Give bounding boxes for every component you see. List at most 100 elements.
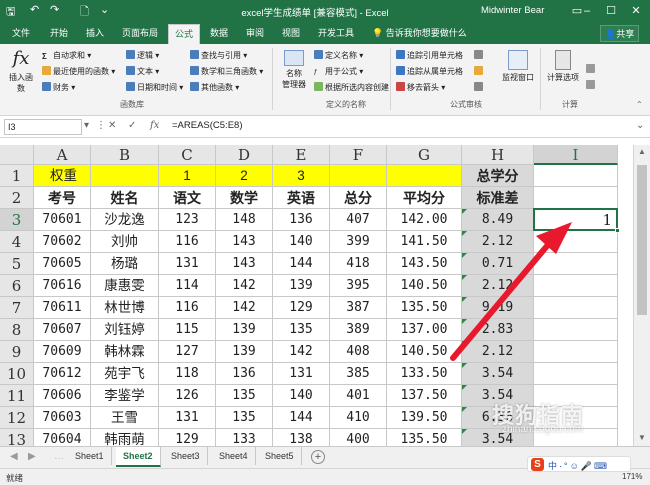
cell-g3[interactable]: 142.00 [387, 209, 462, 231]
cell-e3[interactable]: 136 [273, 209, 330, 231]
cell-g8[interactable]: 137.00 [387, 319, 462, 341]
cell-e7[interactable]: 129 [273, 297, 330, 319]
cell-f8[interactable]: 389 [330, 319, 387, 341]
column-header-c[interactable]: C [159, 145, 216, 165]
row-header-6[interactable]: 6 [0, 275, 34, 297]
cell-b12[interactable]: 王雪 [91, 407, 159, 429]
row-header-4[interactable]: 4 [0, 231, 34, 253]
cell-b9[interactable]: 韩林霖 [91, 341, 159, 363]
cell-d1[interactable]: 2 [216, 165, 273, 187]
row-header-7[interactable]: 7 [0, 297, 34, 319]
cell-e1[interactable]: 3 [273, 165, 330, 187]
text-button[interactable]: 文本 ▾ [126, 66, 159, 77]
cell-a12[interactable]: 70603 [34, 407, 91, 429]
cell-g5[interactable]: 143.50 [387, 253, 462, 275]
recent-functions-button[interactable]: 最近使用的函数 ▾ [42, 66, 115, 77]
cell-f7[interactable]: 387 [330, 297, 387, 319]
cell-i5[interactable] [534, 253, 618, 275]
cell-a9[interactable]: 70609 [34, 341, 91, 363]
create-from-selection-button[interactable]: 根据所选内容创建 [314, 82, 389, 93]
sheet-tab-2[interactable]: Sheet2 [116, 447, 161, 467]
cell-c2[interactable]: 语文 [159, 187, 216, 209]
cell-a2[interactable]: 考号 [34, 187, 91, 209]
cell-c8[interactable]: 115 [159, 319, 216, 341]
other-functions-button[interactable]: 其他函数 ▾ [190, 82, 239, 93]
scroll-up-icon[interactable]: ▲ [638, 147, 646, 156]
name-box-dropdown-icon[interactable]: ▾ [84, 120, 89, 131]
calculation-options-button[interactable]: 计算选项 [543, 48, 583, 83]
column-header-d[interactable]: D [216, 145, 273, 165]
redo-icon[interactable]: ↷ [50, 3, 59, 16]
cell-g4[interactable]: 141.50 [387, 231, 462, 253]
cell-h7[interactable]: 9.19 [462, 297, 534, 319]
cell-c9[interactable]: 127 [159, 341, 216, 363]
cell-h10[interactable]: 3.54 [462, 363, 534, 385]
cell-b6[interactable]: 康惠雯 [91, 275, 159, 297]
tab-view[interactable]: 视图 [282, 26, 300, 39]
row-header-2[interactable]: 2 [0, 187, 34, 209]
cell-e11[interactable]: 140 [273, 385, 330, 407]
cell-d5[interactable]: 143 [216, 253, 273, 275]
cell-e2[interactable]: 英语 [273, 187, 330, 209]
collapse-ribbon-icon[interactable]: ⌃ [636, 100, 643, 109]
column-header-h[interactable]: H [462, 145, 534, 165]
cell-f11[interactable]: 401 [330, 385, 387, 407]
more-sheets-icon[interactable]: … [54, 451, 64, 462]
cell-g7[interactable]: 135.50 [387, 297, 462, 319]
cell-b5[interactable]: 杨璐 [91, 253, 159, 275]
trace-precedents-button[interactable]: 追踪引用单元格 [396, 50, 463, 61]
row-header-3[interactable]: 3 [0, 209, 34, 231]
cell-a11[interactable]: 70606 [34, 385, 91, 407]
expand-formula-bar-icon[interactable]: ⌄ [636, 120, 644, 131]
tab-file[interactable]: 文件 [12, 26, 30, 39]
cell-a10[interactable]: 70612 [34, 363, 91, 385]
active-cell-i3[interactable]: 1 [533, 208, 620, 233]
column-header-e[interactable]: E [273, 145, 330, 165]
cell-d2[interactable]: 数学 [216, 187, 273, 209]
cell-c7[interactable]: 116 [159, 297, 216, 319]
row-header-5[interactable]: 5 [0, 253, 34, 275]
cell-e5[interactable]: 144 [273, 253, 330, 275]
watch-window-button[interactable]: 监视窗口 [499, 48, 537, 83]
calculate-sheet-icon[interactable] [586, 80, 597, 90]
cell-f3[interactable]: 407 [330, 209, 387, 231]
cell-b1[interactable] [91, 165, 159, 187]
cell-b2[interactable]: 姓名 [91, 187, 159, 209]
tab-developer[interactable]: 开发工具 [318, 26, 354, 39]
cell-i4[interactable] [534, 231, 618, 253]
cell-c6[interactable]: 114 [159, 275, 216, 297]
name-box[interactable]: I3 [4, 119, 82, 135]
trace-dependents-button[interactable]: 追踪从属单元格 [396, 66, 463, 77]
cell-a3[interactable]: 70601 [34, 209, 91, 231]
sheet-tab-4[interactable]: Sheet4 [212, 447, 256, 465]
undo-icon[interactable]: ↶ [30, 3, 39, 16]
row-header-12[interactable]: 12 [0, 407, 34, 429]
cell-c3[interactable]: 123 [159, 209, 216, 231]
name-manager-button[interactable]: 名称 管理器 [278, 48, 310, 90]
cell-c1[interactable]: 1 [159, 165, 216, 187]
scroll-down-icon[interactable]: ▼ [638, 433, 646, 442]
tab-formulas[interactable]: 公式 [168, 24, 201, 44]
select-all-corner[interactable] [0, 145, 34, 165]
cell-d9[interactable]: 139 [216, 341, 273, 363]
add-sheet-button[interactable]: + [311, 450, 325, 464]
cell-g2[interactable]: 平均分 [387, 187, 462, 209]
column-header-i[interactable]: I [534, 145, 618, 165]
cell-b10[interactable]: 苑宇飞 [91, 363, 159, 385]
sheet-tab-1[interactable]: Sheet1 [68, 447, 112, 465]
cell-i7[interactable] [534, 297, 618, 319]
use-in-formula-button[interactable]: 𝑓 用于公式 ▾ [314, 66, 363, 77]
row-header-9[interactable]: 9 [0, 341, 34, 363]
cell-i6[interactable] [534, 275, 618, 297]
cell-g10[interactable]: 133.50 [387, 363, 462, 385]
tell-me-search[interactable]: 💡 告诉我你想要做什么 [372, 26, 467, 39]
cell-a8[interactable]: 70607 [34, 319, 91, 341]
logical-button[interactable]: 逻辑 ▾ [126, 50, 159, 61]
cell-c5[interactable]: 131 [159, 253, 216, 275]
column-header-a[interactable]: A [34, 145, 91, 165]
cell-a1[interactable]: 权重 [34, 165, 91, 187]
cell-g9[interactable]: 140.50 [387, 341, 462, 363]
cell-f9[interactable]: 408 [330, 341, 387, 363]
cell-e8[interactable]: 135 [273, 319, 330, 341]
cell-h2[interactable]: 标准差 [462, 187, 534, 209]
